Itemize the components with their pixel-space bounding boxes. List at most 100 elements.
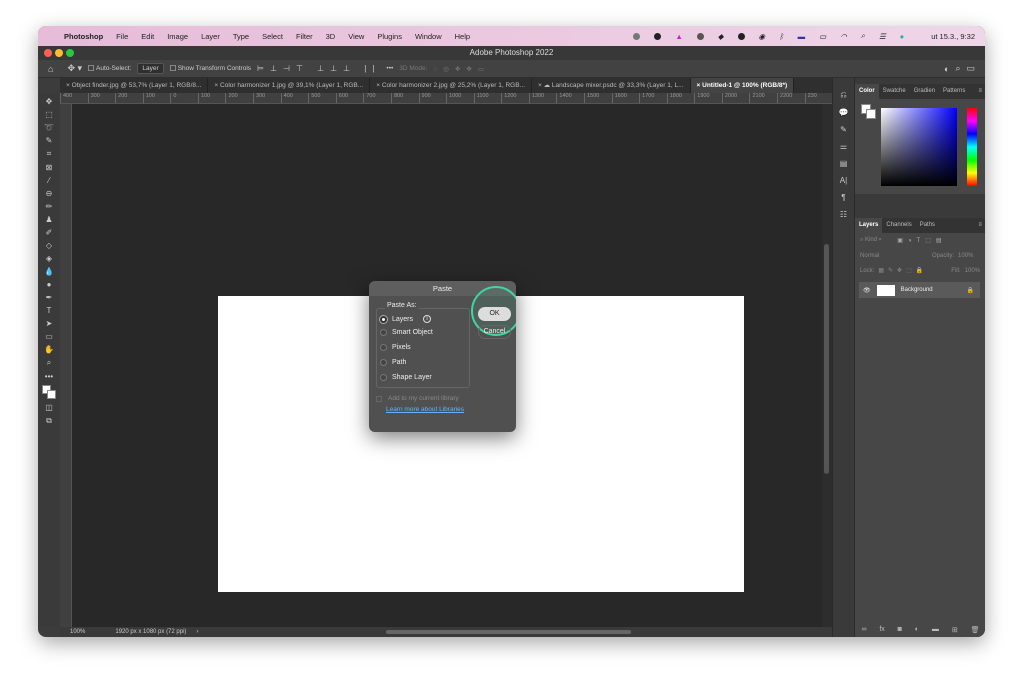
tab-color-harmonizer-2[interactable]: × Color harmonizer 2.jpg @ 25,2% (Layer … <box>370 78 532 93</box>
menu-view[interactable]: View <box>348 32 364 41</box>
fg-bg-swatch[interactable] <box>861 104 877 120</box>
mask-icon[interactable]: ◙ <box>898 626 902 633</box>
radio-pixels[interactable]: Pixels <box>380 344 411 351</box>
tab-color[interactable]: Color <box>855 84 879 99</box>
panel-menu-icon[interactable]: ≡ <box>974 218 985 233</box>
filter-icons[interactable]: ▣◑T⬚▤ <box>897 237 946 244</box>
lasso-tool-icon[interactable]: ➰ <box>44 123 54 132</box>
tab-object-finder[interactable]: × Object finder.jpg @ 53,7% (Layer 1, RG… <box>60 78 209 93</box>
control-center-icon[interactable]: ☰ <box>879 32 886 41</box>
dodge-tool-icon[interactable]: ● <box>47 280 52 289</box>
auto-select-dropdown[interactable]: Layer <box>137 63 164 74</box>
add-to-library-checkbox[interactable]: Add to my current library <box>376 395 459 402</box>
blend-mode-dropdown[interactable]: Normal <box>860 253 928 259</box>
wifi-icon[interactable]: ◠ <box>840 32 847 41</box>
workspace-icon[interactable]: ▭ <box>966 63 975 74</box>
share-icon[interactable]: ◐ <box>944 64 949 74</box>
menu-edit[interactable]: Edit <box>141 32 154 41</box>
cursor-app-icon[interactable] <box>633 32 641 40</box>
menu-plugins[interactable]: Plugins <box>377 32 402 41</box>
color-field[interactable] <box>881 108 957 186</box>
visibility-eye-icon[interactable]: 👁 <box>863 287 871 294</box>
vertical-scrollbar[interactable] <box>822 104 832 627</box>
adjustments-icon[interactable]: ⚌ <box>840 142 847 151</box>
radio-layers[interactable]: Layers i <box>380 315 432 323</box>
history-brush-icon[interactable]: ✐ <box>46 228 53 237</box>
healing-tool-icon[interactable]: ⊖ <box>46 189 53 198</box>
history-icon[interactable]: ⎌ <box>840 90 846 100</box>
hue-slider[interactable] <box>967 108 977 186</box>
tab-channels[interactable]: Channels <box>882 218 915 233</box>
fx-icon[interactable]: fx <box>879 626 884 633</box>
brushes-icon[interactable]: ✎ <box>840 125 847 134</box>
eyedropper-tool-icon[interactable]: ⁄ <box>48 176 49 185</box>
hand-tool-icon[interactable]: ✋ <box>44 345 54 354</box>
search-icon[interactable]: ⌕ <box>861 31 865 41</box>
tab-layers[interactable]: Layers <box>855 218 883 233</box>
show-transform-checkbox[interactable]: Show Transform Controls <box>169 65 251 72</box>
more-tools-icon[interactable]: ••• <box>45 372 53 381</box>
radio-smart-object[interactable]: Smart Object <box>380 329 433 336</box>
move-tool-icon[interactable]: ✥ ▾ <box>67 63 82 74</box>
quick-mask-icon[interactable]: ◫ <box>45 403 53 412</box>
creative-cloud-icon[interactable] <box>696 32 704 40</box>
stamp-tool-icon[interactable]: ♟ <box>45 215 52 224</box>
ok-button[interactable]: OK <box>478 307 511 321</box>
radio-path[interactable]: Path <box>380 359 406 366</box>
comments-icon[interactable]: 💬 <box>839 108 849 117</box>
radio-shape-layer[interactable]: Shape Layer <box>380 374 432 381</box>
opacity-field[interactable]: 100% <box>958 253 973 259</box>
dropbox-icon[interactable]: ◆ <box>718 32 724 41</box>
close-window-button[interactable] <box>44 49 52 57</box>
menu-select[interactable]: Select <box>262 32 283 41</box>
record-icon[interactable] <box>654 32 662 40</box>
battery-icon[interactable]: ▭ <box>819 32 826 41</box>
screen-mode-icon[interactable]: ⧉ <box>46 416 52 426</box>
link-icon[interactable]: ∞ <box>861 626 866 633</box>
color-swatches-icon[interactable] <box>42 385 56 399</box>
adjustment-layer-icon[interactable]: ◐ <box>915 626 919 633</box>
search-icon[interactable]: ⌕ <box>955 63 960 74</box>
marquee-tool-icon[interactable]: ⬚ <box>45 110 53 119</box>
cancel-button[interactable]: Cancel <box>478 325 511 339</box>
eraser-tool-icon[interactable]: ◇ <box>46 241 52 250</box>
tab-color-harmonizer-1[interactable]: × Color harmonizer 1.jpg @ 39,1% (Layer … <box>208 78 371 93</box>
menu-type[interactable]: Type <box>233 32 249 41</box>
properties-icon[interactable]: ☷ <box>840 210 847 219</box>
new-layer-icon[interactable]: ⊞ <box>952 626 958 634</box>
character-icon[interactable]: A| <box>840 176 847 185</box>
color-app-icon[interactable]: ▲ <box>675 32 682 41</box>
zoom-level[interactable]: 100% <box>70 629 85 635</box>
menu-filter[interactable]: Filter <box>296 32 313 41</box>
media-icon[interactable] <box>737 32 745 40</box>
menu-help[interactable]: Help <box>455 32 470 41</box>
path-select-icon[interactable]: ➤ <box>46 319 53 328</box>
move-tool-icon[interactable]: ✥ <box>46 97 53 106</box>
bluetooth-icon[interactable]: ᛒ <box>779 32 784 41</box>
tab-swatches[interactable]: Swatche <box>879 84 910 99</box>
more-options-button[interactable]: ••• <box>386 65 393 72</box>
menu-file[interactable]: File <box>116 32 128 41</box>
paint-bucket-icon[interactable]: ◈ <box>46 254 52 263</box>
minimize-window-button[interactable] <box>55 49 63 57</box>
quick-select-tool-icon[interactable]: ✎ <box>46 136 53 145</box>
status-menu-arrow[interactable]: › <box>196 629 198 635</box>
pen-tool-icon[interactable]: ✒ <box>46 293 53 302</box>
paragraph-icon[interactable]: ¶ <box>841 193 845 202</box>
shape-tool-icon[interactable]: ▭ <box>45 332 53 341</box>
flag-icon[interactable]: ▬ <box>798 32 806 41</box>
learn-more-link[interactable]: Learn more about Libraries <box>386 406 464 413</box>
type-tool-icon[interactable]: T <box>47 306 52 315</box>
zoom-window-button[interactable] <box>66 49 74 57</box>
fill-field[interactable]: 100% <box>965 268 980 274</box>
folder-icon[interactable]: ▬ <box>932 626 939 633</box>
layer-row[interactable]: 👁 Background 🔒 <box>859 282 980 298</box>
panel-menu-icon[interactable]: ≡ <box>974 84 985 99</box>
crop-tool-icon[interactable]: ⌗ <box>47 149 52 159</box>
align-icons[interactable]: ⊨⊥⊣⊤ ⊥⊥⊥ || <box>257 64 380 73</box>
frame-tool-icon[interactable]: ⊠ <box>46 163 53 172</box>
zoom-tool-icon[interactable]: ⌕ <box>47 358 51 368</box>
tab-untitled-1[interactable]: × Untitled-1 @ 100% (RGB/8*) <box>690 78 795 93</box>
filter-kind-dropdown[interactable]: ⌕ Kind ▾ <box>860 237 881 244</box>
horizontal-scrollbar[interactable] <box>386 630 631 634</box>
